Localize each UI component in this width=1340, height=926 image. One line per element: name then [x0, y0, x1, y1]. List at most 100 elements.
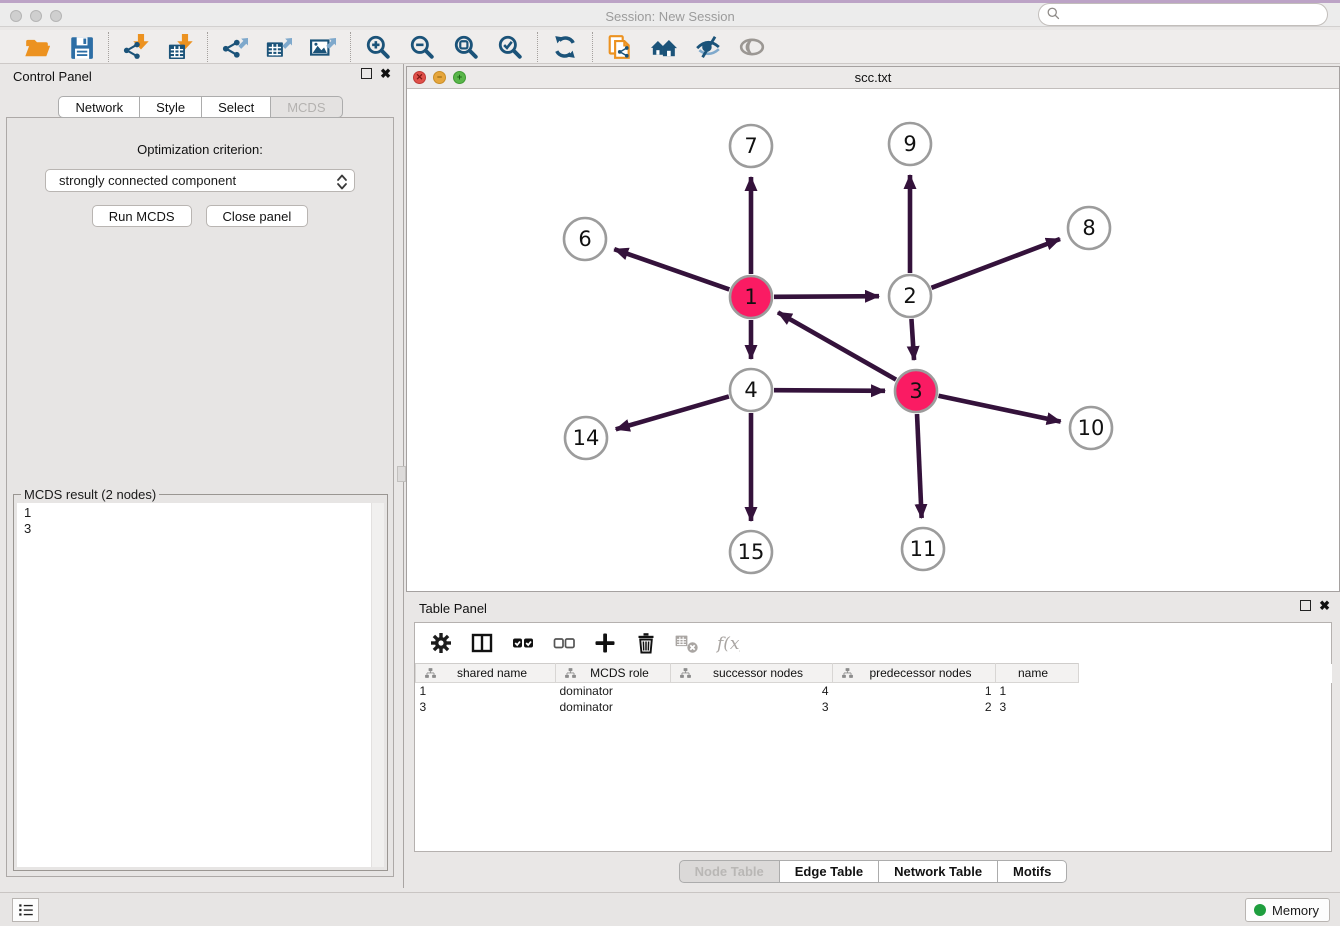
close-table-panel-icon[interactable]: ✖ — [1319, 600, 1330, 611]
edge-3-1[interactable] — [778, 312, 896, 379]
tab-select[interactable]: Select — [202, 96, 271, 118]
optimization-criterion-select[interactable]: strongly connected component — [45, 169, 355, 192]
tab-network[interactable]: Network — [58, 96, 140, 118]
cell-predecessor-nodes[interactable]: 2 — [833, 699, 996, 715]
mcds-result-legend: MCDS result (2 nodes) — [21, 487, 159, 502]
memory-button[interactable]: Memory — [1245, 898, 1330, 922]
toolbar-group — [538, 34, 592, 60]
edge-3-10[interactable] — [939, 396, 1061, 422]
float-panel-icon[interactable] — [361, 68, 372, 79]
tab-edge-table[interactable]: Edge Table — [780, 860, 879, 883]
save-session-icon[interactable] — [68, 34, 94, 60]
import-network-icon[interactable] — [123, 34, 149, 60]
network-window-titlebar[interactable]: ✕ − + scc.txt — [407, 67, 1339, 89]
control-panel-title: Control Panel — [13, 69, 92, 84]
import-table-icon[interactable] — [167, 34, 193, 60]
tab-node-table[interactable]: Node Table — [679, 860, 780, 883]
add-column-icon[interactable] — [593, 631, 617, 655]
search-icon — [1046, 6, 1061, 24]
node-9[interactable]: 9 — [889, 123, 931, 165]
cell-shared-name[interactable]: 1 — [416, 683, 556, 699]
node-14[interactable]: 14 — [565, 417, 607, 459]
show-column-pane-icon[interactable] — [470, 631, 494, 655]
zoom-selected-icon[interactable] — [497, 34, 523, 60]
column-header-shared-name[interactable]: shared name — [416, 664, 556, 683]
tab-mcds[interactable]: MCDS — [271, 96, 342, 118]
edge-2-3[interactable] — [911, 319, 914, 360]
node-1[interactable]: 1 — [730, 276, 772, 318]
refresh-layout-icon[interactable] — [552, 34, 578, 60]
node-2[interactable]: 2 — [889, 275, 931, 317]
node-table: shared nameMCDS rolesuccessor nodesprede… — [415, 663, 1332, 715]
column-header-successor-nodes[interactable]: successor nodes — [671, 664, 833, 683]
network-graph-canvas[interactable]: 7 9 6 8 1 2 4 3 14 10 15 11 — [407, 89, 1339, 591]
close-panel-icon[interactable]: ✖ — [380, 68, 391, 79]
edge-3-11[interactable] — [917, 414, 922, 518]
table-row[interactable]: 3dominator323 — [416, 699, 1332, 715]
node-10[interactable]: 10 — [1070, 407, 1112, 449]
settings-gear-icon[interactable] — [429, 631, 453, 655]
cell-predecessor-nodes[interactable]: 1 — [833, 683, 996, 699]
node-6[interactable]: 6 — [564, 218, 606, 260]
column-type-icon — [424, 667, 437, 680]
table-row[interactable]: 1dominator411 — [416, 683, 1332, 699]
toolbar-group — [208, 34, 350, 60]
export-table-icon[interactable] — [266, 34, 292, 60]
control-panel: Control Panel ✖ NetworkStyleSelectMCDS O… — [0, 64, 401, 888]
edge-4-3[interactable] — [774, 390, 885, 391]
edge-4-14[interactable] — [616, 396, 729, 429]
clone-network-icon[interactable] — [607, 34, 633, 60]
svg-text:6: 6 — [578, 227, 591, 251]
toolbar-group — [10, 34, 108, 60]
svg-text:f(x): f(x) — [716, 634, 740, 654]
edge-2-8[interactable] — [932, 239, 1061, 288]
edge-1-2[interactable] — [774, 296, 879, 297]
toolbar-group — [593, 34, 779, 60]
cell-shared-name[interactable]: 3 — [416, 699, 556, 715]
cell-MCDS-role[interactable]: dominator — [556, 699, 671, 715]
mcds-result-text[interactable]: 1 3 — [17, 503, 384, 867]
column-header-predecessor-nodes[interactable]: predecessor nodes — [833, 664, 996, 683]
cell-name[interactable]: 1 — [996, 683, 1079, 699]
node-7[interactable]: 7 — [730, 125, 772, 167]
unselect-all-icon[interactable] — [552, 631, 576, 655]
column-header-name[interactable]: name — [996, 664, 1079, 683]
svg-text:7: 7 — [744, 134, 757, 158]
delete-column-icon — [675, 631, 699, 655]
svg-text:10: 10 — [1078, 416, 1105, 440]
edge-1-6[interactable] — [614, 249, 729, 289]
task-history-button[interactable] — [12, 898, 39, 922]
zoom-fit-icon[interactable] — [453, 34, 479, 60]
zoom-out-icon[interactable] — [409, 34, 435, 60]
network-home-icon[interactable] — [651, 34, 677, 60]
node-15[interactable]: 15 — [730, 531, 772, 573]
column-type-icon — [564, 667, 577, 680]
cell-successor-nodes[interactable]: 3 — [671, 699, 833, 715]
panel-divider-grip[interactable] — [397, 466, 406, 482]
tab-motifs[interactable]: Motifs — [998, 860, 1067, 883]
mcds-result-scrollbar[interactable] — [371, 503, 384, 867]
cell-name[interactable]: 3 — [996, 699, 1079, 715]
export-image-icon[interactable] — [310, 34, 336, 60]
node-3[interactable]: 3 — [895, 370, 937, 412]
node-11[interactable]: 11 — [902, 528, 944, 570]
float-table-panel-icon[interactable] — [1300, 600, 1311, 611]
tab-network-table[interactable]: Network Table — [879, 860, 998, 883]
zoom-in-icon[interactable] — [365, 34, 391, 60]
tab-style[interactable]: Style — [140, 96, 202, 118]
hide-graphics-icon[interactable] — [695, 34, 721, 60]
close-panel-button[interactable]: Close panel — [206, 205, 309, 227]
search-box[interactable] — [1038, 3, 1328, 26]
node-8[interactable]: 8 — [1068, 207, 1110, 249]
search-input[interactable] — [1066, 6, 1327, 24]
select-all-icon[interactable] — [511, 631, 535, 655]
cell-successor-nodes[interactable]: 4 — [671, 683, 833, 699]
delete-row-icon[interactable] — [634, 631, 658, 655]
export-network-icon[interactable] — [222, 34, 248, 60]
open-session-icon[interactable] — [24, 34, 50, 60]
cell-MCDS-role[interactable]: dominator — [556, 683, 671, 699]
table-panel-tabs: Node TableEdge TableNetwork TableMotifs — [406, 860, 1340, 883]
node-4[interactable]: 4 — [730, 369, 772, 411]
column-header-MCDS-role[interactable]: MCDS role — [556, 664, 671, 683]
run-mcds-button[interactable]: Run MCDS — [92, 205, 192, 227]
